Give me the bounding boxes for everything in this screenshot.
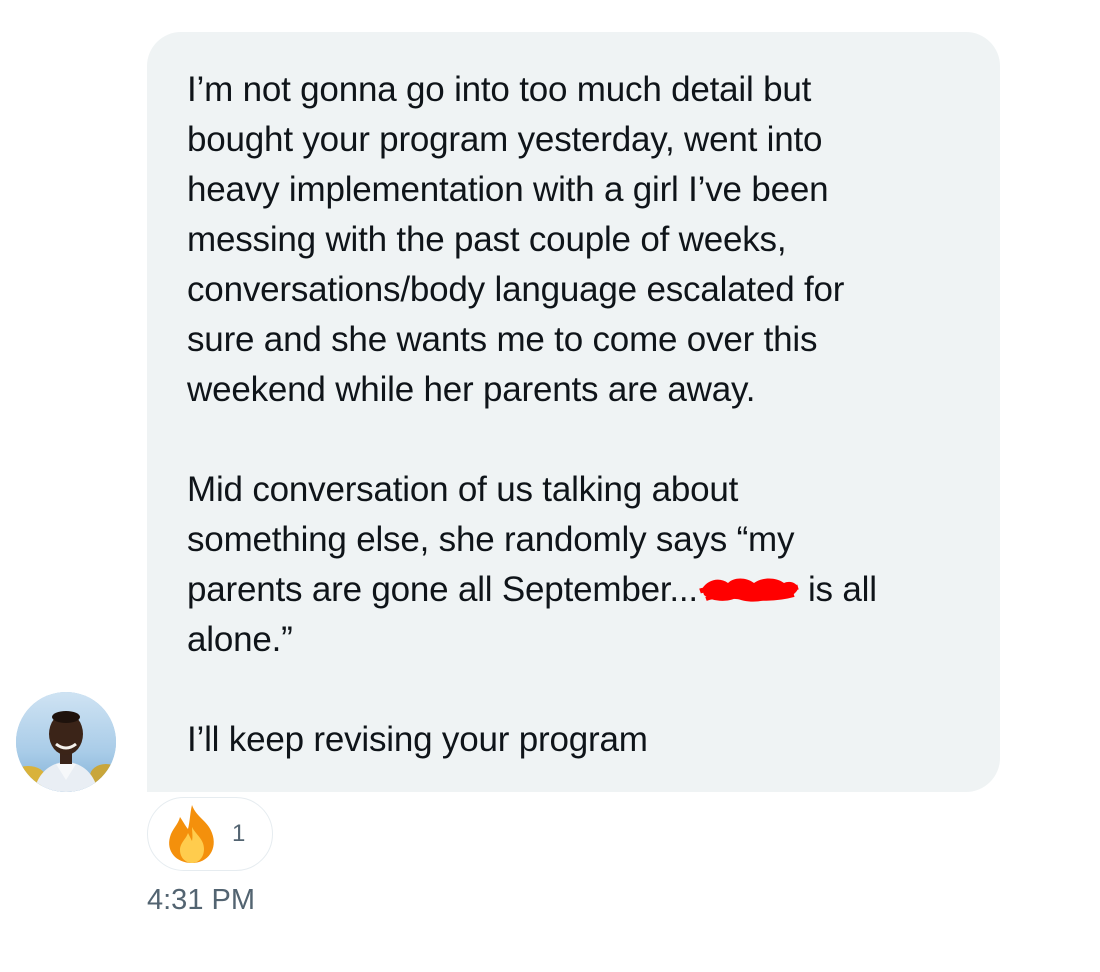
message-line: heavy implementation with a girl I’ve be… — [187, 170, 829, 209]
fire-icon — [169, 805, 214, 863]
message-line: parents are gone all September... is all — [187, 565, 960, 615]
message-text-segment: parents are gone all September... — [187, 570, 698, 609]
message-paragraph: Mid conversation of us talking about som… — [187, 465, 960, 665]
message-line: bought your program yesterday, went into — [187, 120, 823, 159]
message-line: messing with the past couple of weeks, — [187, 220, 787, 259]
message-line: something else, she randomly says “my — [187, 520, 795, 559]
avatar-photo-icon — [16, 692, 116, 792]
message-line: Mid conversation of us talking about — [187, 470, 739, 509]
message-bubble[interactable]: I’m not gonna go into too much detail bu… — [147, 32, 1000, 792]
message-text-segment: is all — [807, 570, 877, 609]
message-line: sure and she wants me to come over this — [187, 320, 818, 359]
message-line: I’m not gonna go into too much detail bu… — [187, 70, 812, 109]
message-timestamp: 4:31 PM — [147, 884, 255, 916]
message-line: conversations/body language escalated fo… — [187, 270, 845, 309]
reaction-button[interactable]: 1 — [147, 797, 273, 871]
dm-message-row: I’m not gonna go into too much detail bu… — [0, 0, 1100, 972]
message-paragraph: I’ll keep revising your program — [187, 715, 960, 765]
message-line: alone.” — [187, 620, 293, 659]
redaction-scribble — [698, 571, 802, 607]
message-line: weekend while her parents are away. — [187, 370, 756, 409]
message-line: I’ll keep revising your program — [187, 720, 648, 759]
sender-avatar[interactable] — [16, 692, 116, 792]
reaction-count: 1 — [232, 820, 246, 847]
message-paragraph: I’m not gonna go into too much detail bu… — [187, 65, 960, 415]
